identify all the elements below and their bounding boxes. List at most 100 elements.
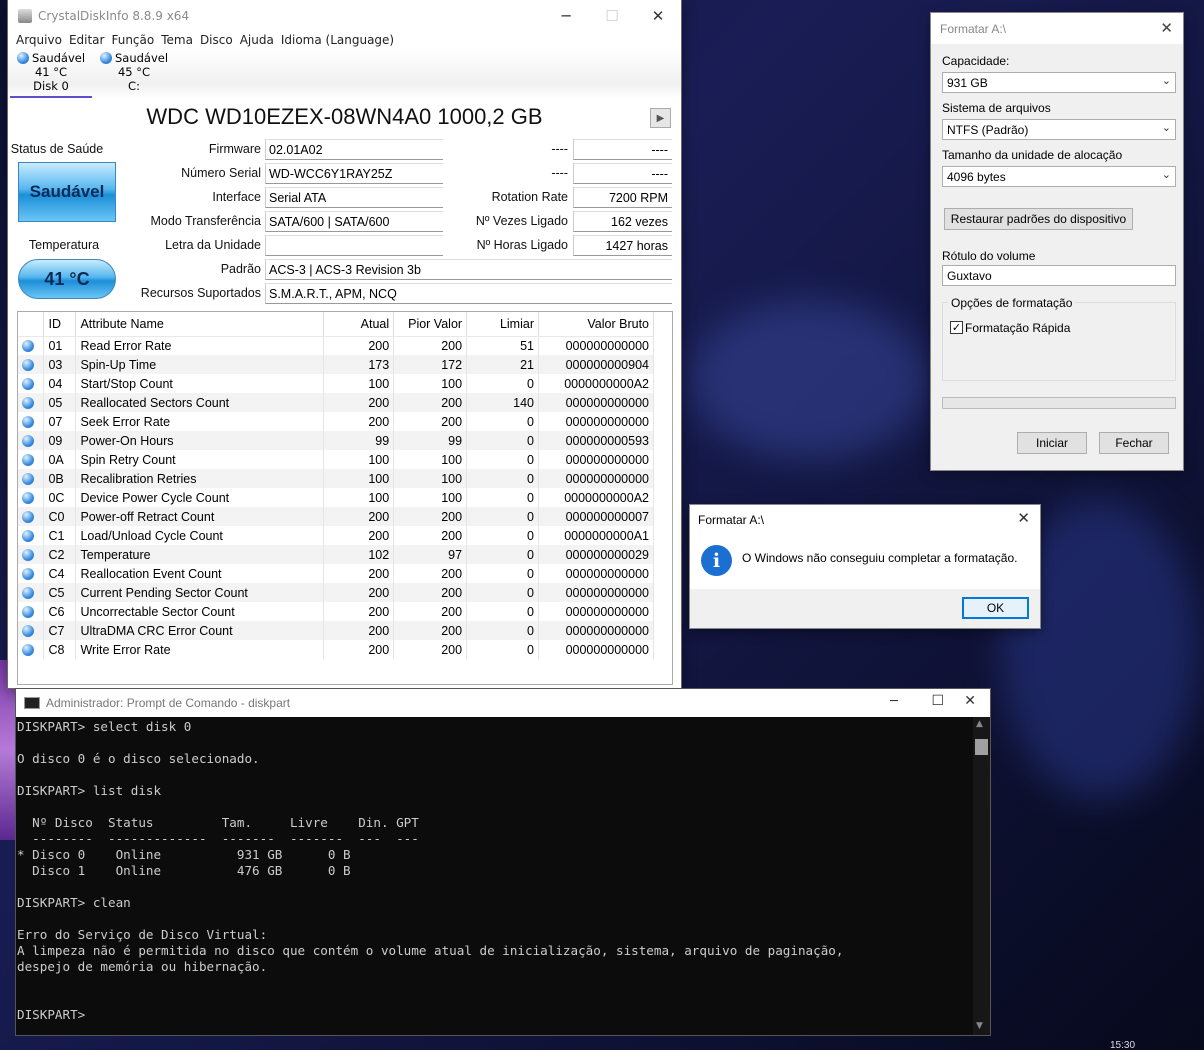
attr-name: Spin-Up Time <box>75 355 325 374</box>
next-disk-icon[interactable]: ▶ <box>650 108 671 128</box>
close-icon[interactable]: ✕ <box>1017 509 1030 527</box>
format-options-group <box>942 302 1176 381</box>
col-id[interactable]: ID <box>43 312 77 337</box>
table-row[interactable]: C8 Write Error Rate 200 200 0 000000000000 <box>18 640 654 659</box>
row-status <box>18 564 45 583</box>
status-dot-icon <box>22 358 34 371</box>
col-attribute[interactable]: Attribute Name <box>75 312 325 337</box>
close-button[interactable]: Fechar <box>1099 432 1169 454</box>
status-dot-icon <box>22 453 34 466</box>
minimize-icon[interactable]: ─ <box>543 0 589 31</box>
status-dot-icon <box>22 339 34 352</box>
row-status <box>18 469 45 488</box>
attr-raw: 000000000000 <box>538 583 654 602</box>
col-worst[interactable]: Pior Valor <box>393 312 468 337</box>
console-output[interactable]: DISKPART> select disk 0 O disco 0 é o di… <box>17 719 972 1023</box>
col-raw[interactable]: Valor Bruto <box>538 312 654 337</box>
close-icon[interactable]: ✕ <box>1160 19 1173 37</box>
attr-worst: 200 <box>393 412 468 431</box>
menu-bar: Arquivo Editar Função Tema Disco Ajuda I… <box>8 31 681 49</box>
quick-format-label: Formatação Rápida <box>965 321 1071 335</box>
menu-funcao[interactable]: Função <box>111 33 161 47</box>
attr-worst: 99 <box>393 431 468 450</box>
table-row[interactable]: C7 UltraDMA CRC Error Count 200 200 0 0000000… <box>18 621 654 640</box>
status-dot-icon <box>22 396 34 409</box>
menu-ajuda[interactable]: Ajuda <box>240 33 281 47</box>
capacity-label: Capacidade: <box>942 54 1010 68</box>
attr-id: 04 <box>43 374 77 393</box>
attr-current: 99 <box>323 431 395 450</box>
row-status <box>18 393 45 412</box>
attr-raw: 000000000000 <box>538 602 654 621</box>
scrollbar[interactable]: ▲ ▼ <box>973 717 990 1035</box>
disk-name: Disk 0 <box>33 79 69 93</box>
close-icon[interactable]: ✕ <box>635 0 681 31</box>
attr-threshold: 140 <box>466 393 539 412</box>
table-row[interactable]: C2 Temperature 102 97 0 000000000029 <box>18 545 654 564</box>
cmd-title-bar: Administrador: Prompt de Comando - diskp… <box>16 689 990 717</box>
table-row[interactable]: C1 Load/Unload Cycle Count 200 200 0 00000000… <box>18 526 654 545</box>
allocation-value: 4096 bytes <box>947 170 1006 184</box>
attr-raw: 0000000000A1 <box>538 526 654 545</box>
start-button[interactable]: Iniciar <box>1017 432 1087 454</box>
maximize-icon[interactable]: ☐ <box>589 0 635 31</box>
table-row[interactable]: 07 Seek Error Rate 200 200 0 000000000000 <box>18 412 654 431</box>
attr-name: Uncorrectable Sector Count <box>75 602 325 621</box>
disk-tab-0[interactable]: Saudável 41 °C Disk 0 <box>10 51 92 98</box>
attr-name: Spin Retry Count <box>75 450 325 469</box>
table-row[interactable]: 0B Recalibration Retries 100 100 0 0000000000… <box>18 469 654 488</box>
close-icon[interactable]: ✕ <box>964 693 976 709</box>
attr-id: 05 <box>43 393 77 412</box>
maximize-icon[interactable]: ☐ <box>931 693 944 709</box>
capacity-select[interactable]: 931 GB ⌄ <box>942 72 1176 93</box>
attr-threshold: 21 <box>466 355 539 374</box>
attr-threshold: 0 <box>466 564 539 583</box>
col-threshold[interactable]: Limiar <box>466 312 539 337</box>
health-status-badge[interactable]: Saudável <box>18 162 116 222</box>
power-hours-value: 1427 horas <box>573 235 672 256</box>
table-row[interactable]: 09 Power-On Hours 99 99 0 000000000593 <box>18 431 654 450</box>
menu-disco[interactable]: Disco <box>200 33 240 47</box>
power-count-value: 162 vezes <box>573 211 672 232</box>
table-row[interactable]: 05 Reallocated Sectors Count 200 200 140 0000… <box>18 393 654 412</box>
status-dot-icon <box>99 52 112 64</box>
col-current[interactable]: Atual <box>323 312 395 337</box>
allocation-select[interactable]: 4096 bytes ⌄ <box>942 166 1176 187</box>
restore-defaults-button[interactable]: Restaurar padrões do dispositivo <box>944 208 1133 230</box>
status-dot-icon <box>22 605 34 618</box>
table-row[interactable]: 01 Read Error Rate 200 200 51 000000000000 <box>18 336 654 355</box>
menu-tema[interactable]: Tema <box>161 33 200 47</box>
allocation-label: Tamanho da unidade de alocação <box>942 148 1123 162</box>
attr-current: 100 <box>323 469 395 488</box>
table-row[interactable]: 03 Spin-Up Time 173 172 21 000000000904 <box>18 355 654 374</box>
menu-arquivo[interactable]: Arquivo <box>16 33 69 47</box>
window-title: CrystalDiskInfo 8.8.9 x64 <box>38 8 190 23</box>
status-dot-icon <box>22 472 34 485</box>
attr-name: Read Error Rate <box>75 336 325 355</box>
row-status <box>18 412 45 431</box>
attr-name: Power-off Retract Count <box>75 507 325 526</box>
table-row[interactable]: C5 Current Pending Sector Count 200 200 0 000… <box>18 583 654 602</box>
table-row[interactable]: C6 Uncorrectable Sector Count 200 200 0 00000… <box>18 602 654 621</box>
menu-editar[interactable]: Editar <box>69 33 112 47</box>
scroll-up-icon[interactable]: ▲ <box>976 719 983 729</box>
quick-format-checkbox[interactable]: ✓ <box>950 321 963 334</box>
attr-threshold: 0 <box>466 621 539 640</box>
menu-idioma[interactable]: Idioma (Language) <box>281 33 401 47</box>
disk-tab-c[interactable]: Saudável 45 °C C: <box>94 51 174 93</box>
table-row[interactable]: 0A Spin Retry Count 100 100 0 000000000000 <box>18 450 654 469</box>
scrollbar-thumb[interactable] <box>975 739 988 755</box>
features-value: S.M.A.R.T., APM, NCQ <box>265 283 672 304</box>
table-row[interactable]: 04 Start/Stop Count 100 100 0 0000000000A2 <box>18 374 654 393</box>
volume-label-input[interactable]: Guxtavo <box>942 265 1176 286</box>
table-row[interactable]: C4 Reallocation Event Count 200 200 0 0000000… <box>18 564 654 583</box>
attr-id: 0B <box>43 469 77 488</box>
table-row[interactable]: C0 Power-off Retract Count 200 200 0 00000000… <box>18 507 654 526</box>
scroll-down-icon[interactable]: ▼ <box>976 1021 983 1031</box>
table-row[interactable]: 0C Device Power Cycle Count 100 100 0 0000000… <box>18 488 654 507</box>
ok-button[interactable]: OK <box>962 597 1029 619</box>
filesystem-select[interactable]: NTFS (Padrão) ⌄ <box>942 119 1176 140</box>
attr-id: 03 <box>43 355 77 374</box>
attr-current: 200 <box>323 621 395 640</box>
minimize-icon[interactable]: ─ <box>890 694 898 709</box>
